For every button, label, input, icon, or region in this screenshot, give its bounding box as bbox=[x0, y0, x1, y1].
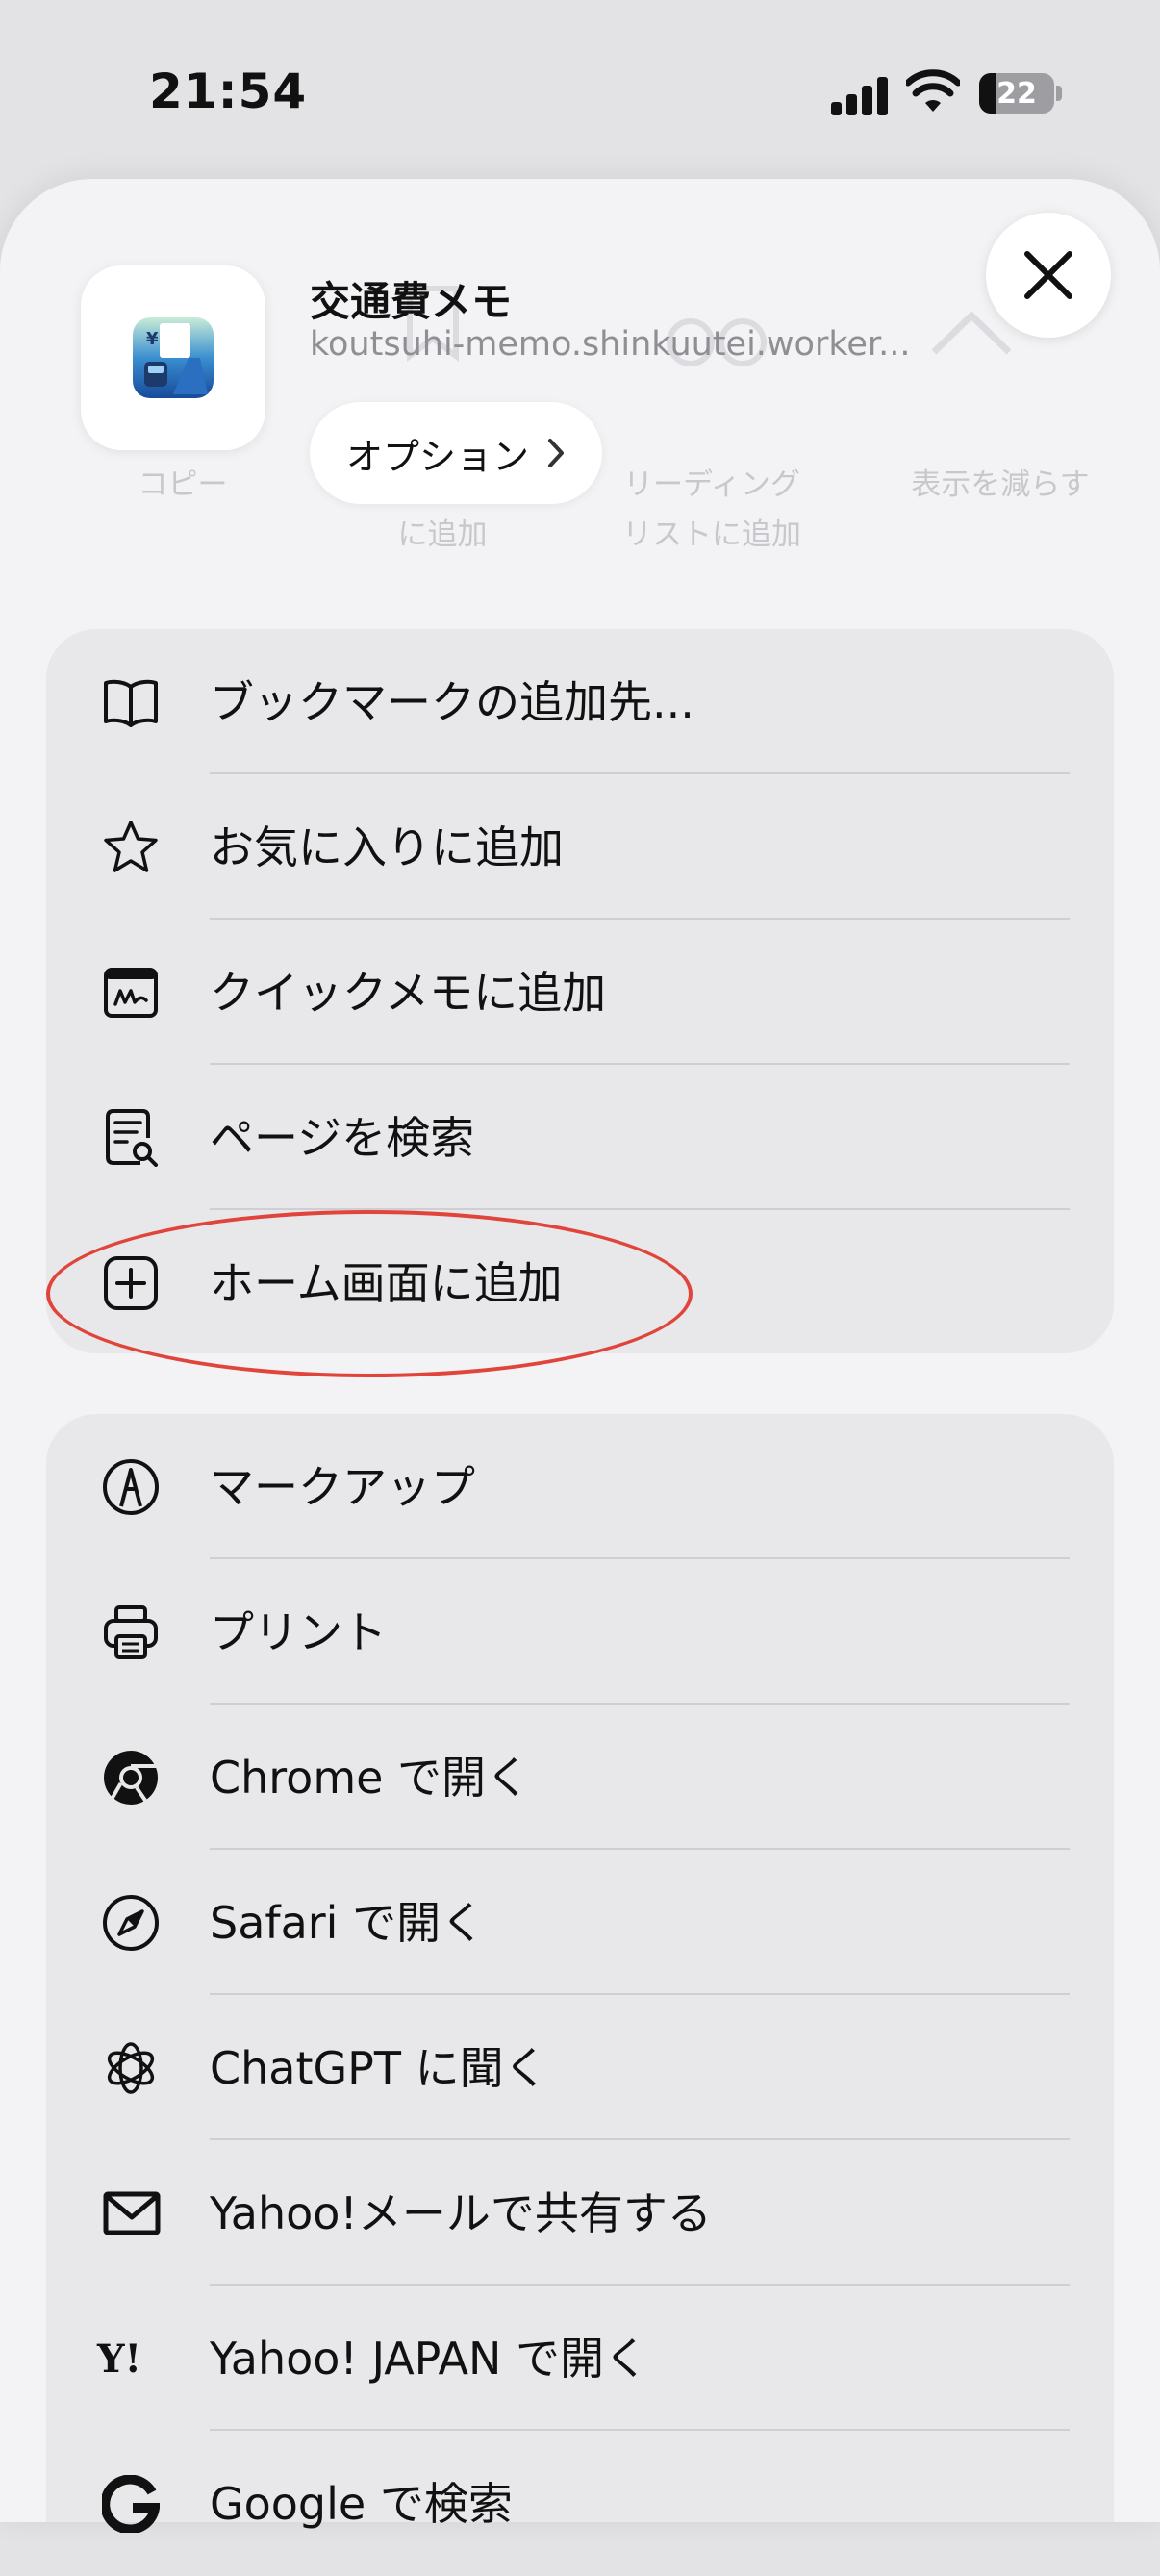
wifi-icon bbox=[906, 69, 960, 112]
mail-icon bbox=[103, 2191, 161, 2235]
ghost-show-less-label: 表示を減らす bbox=[911, 467, 1090, 502]
menu-label: お気に入りに追加 bbox=[210, 821, 564, 873]
markup-icon bbox=[103, 1459, 159, 1515]
app-title: 交通費メモ bbox=[310, 278, 513, 325]
ghost-reading-list-label-2: リストに追加 bbox=[622, 518, 801, 552]
menu-item-quick-note[interactable]: クイックメモに追加 bbox=[46, 920, 1114, 1065]
options-label: オプション bbox=[346, 435, 530, 478]
ghost-bookmark-label: に追加 bbox=[397, 518, 488, 552]
menu-label: ブックマークの追加先... bbox=[210, 676, 694, 728]
cellular-signal-icon bbox=[831, 75, 889, 115]
menu-label: ページを検索 bbox=[210, 1112, 475, 1164]
menu-label: マークアップ bbox=[210, 1461, 475, 1513]
status-time: 21:54 bbox=[149, 63, 308, 119]
quick-note-icon bbox=[104, 968, 158, 1018]
menu-label: プリント bbox=[210, 1606, 387, 1658]
status-bar: 21:54 22 bbox=[0, 0, 1160, 183]
printer-icon bbox=[104, 1605, 158, 1659]
menu-item-ask-chatgpt[interactable]: ChatGPT に聞く bbox=[46, 1995, 1114, 2140]
svg-text:¥: ¥ bbox=[146, 329, 159, 349]
ghost-copy-label: コピー bbox=[138, 467, 228, 502]
actions-group-2: マークアップ プリント Chrome で開く Safari で開く ChatGP… bbox=[46, 1414, 1114, 2533]
app-icon: ¥ bbox=[81, 265, 265, 450]
menu-item-open-in-chrome[interactable]: Chrome で開く bbox=[46, 1705, 1114, 1850]
page-url: koutsuhi-memo.shinkuutei.worker... bbox=[310, 325, 911, 364]
star-icon bbox=[104, 821, 158, 872]
compass-icon bbox=[103, 1895, 159, 1951]
svg-text:Y!: Y! bbox=[96, 2336, 141, 2382]
menu-label: Google で検索 bbox=[210, 2478, 513, 2530]
ghost-reading-list-label-1: リーディング bbox=[623, 467, 800, 502]
menu-item-add-bookmark[interactable]: ブックマークの追加先... bbox=[46, 629, 1114, 774]
battery-level: 22 bbox=[996, 77, 1037, 111]
close-icon bbox=[1024, 251, 1072, 299]
menu-item-add-favorite[interactable]: お気に入りに追加 bbox=[46, 774, 1114, 920]
battery-icon: 22 bbox=[979, 73, 1054, 114]
battery-cap bbox=[1056, 86, 1062, 101]
book-icon bbox=[104, 679, 158, 727]
menu-label: クイックメモに追加 bbox=[210, 967, 607, 1019]
menu-item-open-in-safari[interactable]: Safari で開く bbox=[46, 1850, 1114, 1995]
close-button[interactable] bbox=[986, 213, 1111, 338]
options-button[interactable]: オプション bbox=[310, 402, 603, 504]
menu-item-search-google[interactable]: Google で検索 bbox=[46, 2431, 1114, 2576]
chatgpt-icon bbox=[107, 2042, 155, 2094]
menu-label: Chrome で開く bbox=[210, 1752, 531, 1804]
menu-label: Yahoo!メールで共有する bbox=[210, 2187, 712, 2239]
chrome-icon bbox=[104, 1750, 158, 1806]
menu-item-share-yahoo-mail[interactable]: Yahoo!メールで共有する bbox=[46, 2140, 1114, 2286]
menu-item-markup[interactable]: マークアップ bbox=[46, 1414, 1114, 1559]
menu-label: Yahoo! JAPAN で開く bbox=[210, 2333, 648, 2385]
yahoo-icon: Y! bbox=[96, 2336, 141, 2382]
menu-item-print[interactable]: プリント bbox=[46, 1559, 1114, 1705]
app-logo-icon: ¥ bbox=[133, 317, 214, 398]
google-icon bbox=[102, 2475, 160, 2533]
menu-item-find-on-page[interactable]: ページを検索 bbox=[46, 1065, 1114, 1210]
chevron-right-icon bbox=[548, 439, 565, 467]
menu-label: ChatGPT に聞く bbox=[210, 2042, 548, 2094]
highlight-ellipse bbox=[46, 1210, 693, 1377]
find-on-page-icon bbox=[106, 1109, 158, 1167]
menu-item-open-in-yahoo-japan[interactable]: Y! Yahoo! JAPAN で開く bbox=[46, 2286, 1114, 2431]
menu-label: Safari で開く bbox=[210, 1897, 486, 1949]
